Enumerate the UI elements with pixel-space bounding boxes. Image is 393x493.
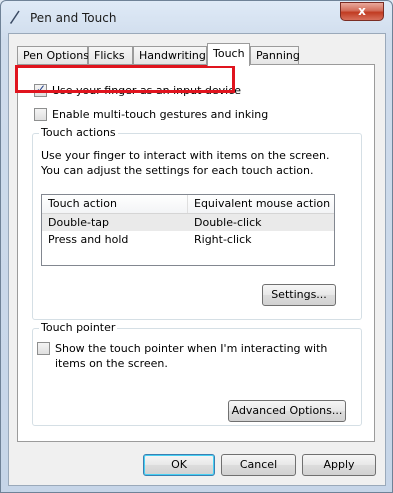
touch-actions-list[interactable]: Touch action Equivalent mouse action Dou… xyxy=(41,194,335,266)
touch-actions-title: Touch actions xyxy=(39,126,118,139)
apply-button[interactable]: Apply xyxy=(302,454,376,476)
pen-icon xyxy=(10,10,20,24)
column-mouse-action[interactable]: Equivalent mouse action xyxy=(188,195,334,213)
title-bar: Pen and Touch x xyxy=(1,1,392,35)
touch-pointer-group: Touch pointer Show the touch pointer whe… xyxy=(32,321,362,426)
window-title: Pen and Touch xyxy=(30,11,117,25)
tab-panning[interactable]: Panning xyxy=(250,46,300,65)
highlight-box xyxy=(15,65,235,93)
touch-tab-panel: Use your finger as an input device Enabl… xyxy=(17,64,375,442)
column-touch-action[interactable]: Touch action xyxy=(42,195,188,213)
close-button[interactable]: x xyxy=(340,2,384,21)
show-pointer-label: Show the touch pointer when I'm interact… xyxy=(55,342,328,370)
touch-action-cell: Double-tap xyxy=(48,216,109,229)
advanced-options-button[interactable]: Advanced Options... xyxy=(228,400,346,422)
cancel-button[interactable]: Cancel xyxy=(221,454,296,476)
mouse-action-cell: Double-click xyxy=(194,216,262,229)
touch-action-cell: Press and hold xyxy=(48,233,129,246)
show-pointer-checkbox[interactable] xyxy=(37,342,50,355)
list-header: Touch action Equivalent mouse action xyxy=(42,195,334,214)
dialog-client: Pen Options Flicks Handwriting Touch Pan… xyxy=(8,33,386,486)
pen-and-touch-window: Pen and Touch x Pen Options Flicks Handw… xyxy=(0,0,393,493)
multi-touch-label: Enable multi-touch gestures and inking xyxy=(52,108,269,121)
touch-actions-description: Use your finger to interact with items o… xyxy=(41,149,330,177)
close-icon: x xyxy=(358,4,366,18)
touch-actions-group: Touch actions Use your finger to interac… xyxy=(32,126,362,320)
tab-pen-options[interactable]: Pen Options xyxy=(17,46,89,65)
show-pointer-option[interactable]: Show the touch pointer when I'm interact… xyxy=(37,341,337,371)
tab-handwriting[interactable]: Handwriting xyxy=(133,46,207,65)
multi-touch-option[interactable]: Enable multi-touch gestures and inking xyxy=(34,107,268,122)
mouse-action-cell: Right-click xyxy=(194,233,252,246)
touch-pointer-title: Touch pointer xyxy=(39,321,118,334)
list-item[interactable]: Press and hold Right-click xyxy=(42,231,334,248)
ok-button[interactable]: OK xyxy=(143,454,215,476)
tab-flicks[interactable]: Flicks xyxy=(88,46,133,65)
tab-touch[interactable]: Touch xyxy=(207,43,250,66)
list-item[interactable]: Double-tap Double-click xyxy=(42,214,334,231)
multi-touch-checkbox[interactable] xyxy=(34,108,47,121)
settings-button[interactable]: Settings... xyxy=(262,284,336,306)
